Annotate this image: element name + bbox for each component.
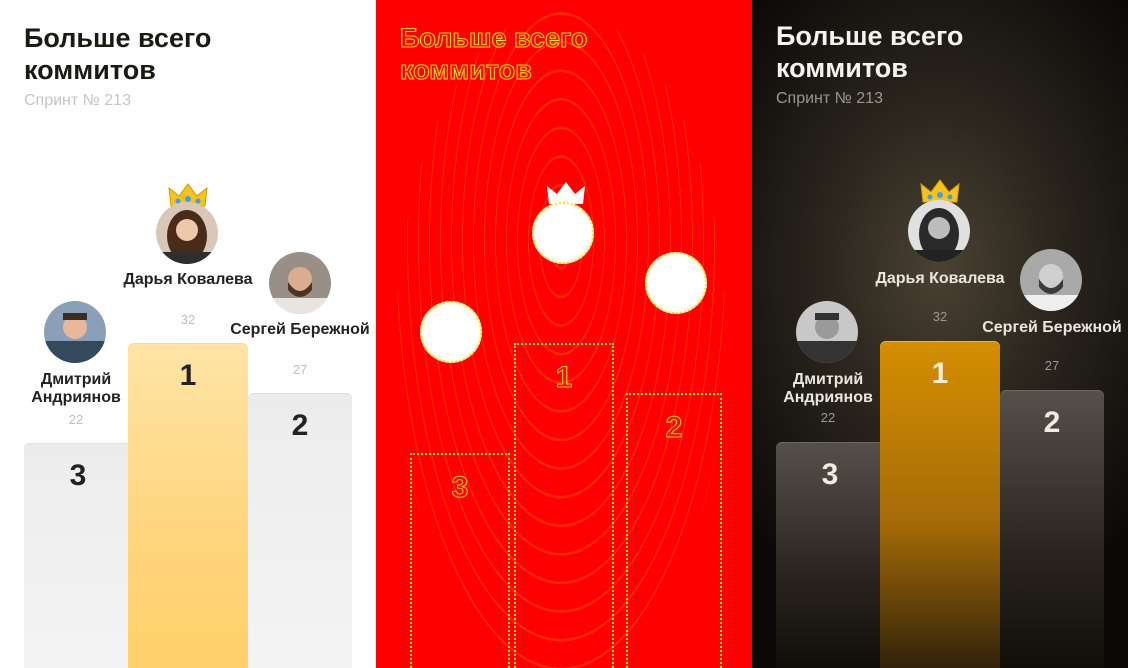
woman-avatar-icon [156, 202, 218, 264]
diff-avatar-3 [420, 301, 482, 363]
diff-bar-2: 2 [626, 393, 722, 668]
podium-place-1-dark: 1 [931, 357, 949, 390]
podium-name-3-dark: Дмитрий Андриянов [783, 371, 873, 406]
diff-place-1: 1 [555, 361, 573, 395]
page-title: Больше всего коммитов [24, 23, 212, 85]
podium-name-2-dark: Сергей Бережной [982, 319, 1122, 336]
diff-bar-1: 1 [514, 343, 614, 668]
diff-title: Больше всего коммитов [400, 23, 588, 86]
podium-score-3-dark: 22 [820, 410, 836, 425]
podium-score-1-dark: 32 [932, 309, 948, 324]
light-theme-panel: Больше всего коммитов Спринт № 213 Дмитр… [0, 0, 376, 668]
podium-name-3: Дмитрий Андриянов [31, 371, 121, 406]
page-subtitle: Спринт № 213 [24, 92, 131, 109]
diff-place-2: 2 [665, 411, 683, 445]
diff-panel: Больше всего коммитов 3 1 2 [376, 0, 752, 668]
podium-bar-3-dark: 3 [776, 442, 884, 668]
podium-place-2: 2 [291, 409, 309, 442]
podium-name-1-dark: Дарья Ковалева [875, 270, 1005, 287]
podium-score-2: 27 [292, 362, 308, 377]
podium-bar-2: 2 [248, 393, 352, 668]
diff-avatar-1 [532, 202, 594, 264]
podium-bar-2-dark: 2 [1000, 390, 1104, 668]
podium-name-2: Сергей Бережной [230, 321, 370, 338]
man-avatar-icon [44, 301, 106, 363]
podium-place-1: 1 [179, 359, 197, 392]
bearded-man-avatar-icon [269, 252, 331, 314]
podium-place-3: 3 [69, 459, 87, 492]
podium-place-3-dark: 3 [821, 458, 839, 491]
dark-theme-panel: Больше всего коммитов Спринт № 213 Дмитр… [752, 0, 1128, 668]
podium-bar-3: 3 [24, 443, 132, 668]
podium-score-3: 22 [68, 412, 84, 427]
diff-place-3: 3 [451, 471, 469, 505]
bearded-man-avatar-icon [1020, 249, 1082, 311]
podium-score-1: 32 [180, 312, 196, 327]
podium-bar-1: 1 [128, 343, 248, 668]
page-title-dark: Больше всего коммитов [776, 21, 964, 83]
diff-bar-3: 3 [410, 453, 510, 668]
diff-avatar-2 [645, 252, 707, 314]
podium-score-2-dark: 27 [1044, 358, 1060, 373]
podium-place-2-dark: 2 [1043, 406, 1061, 439]
man-avatar-icon [796, 301, 858, 363]
podium-name-1: Дарья Ковалева [123, 271, 253, 288]
page-subtitle-dark: Спринт № 213 [776, 90, 883, 107]
podium-bar-1-dark: 1 [880, 341, 1000, 668]
woman-avatar-icon [908, 200, 970, 262]
